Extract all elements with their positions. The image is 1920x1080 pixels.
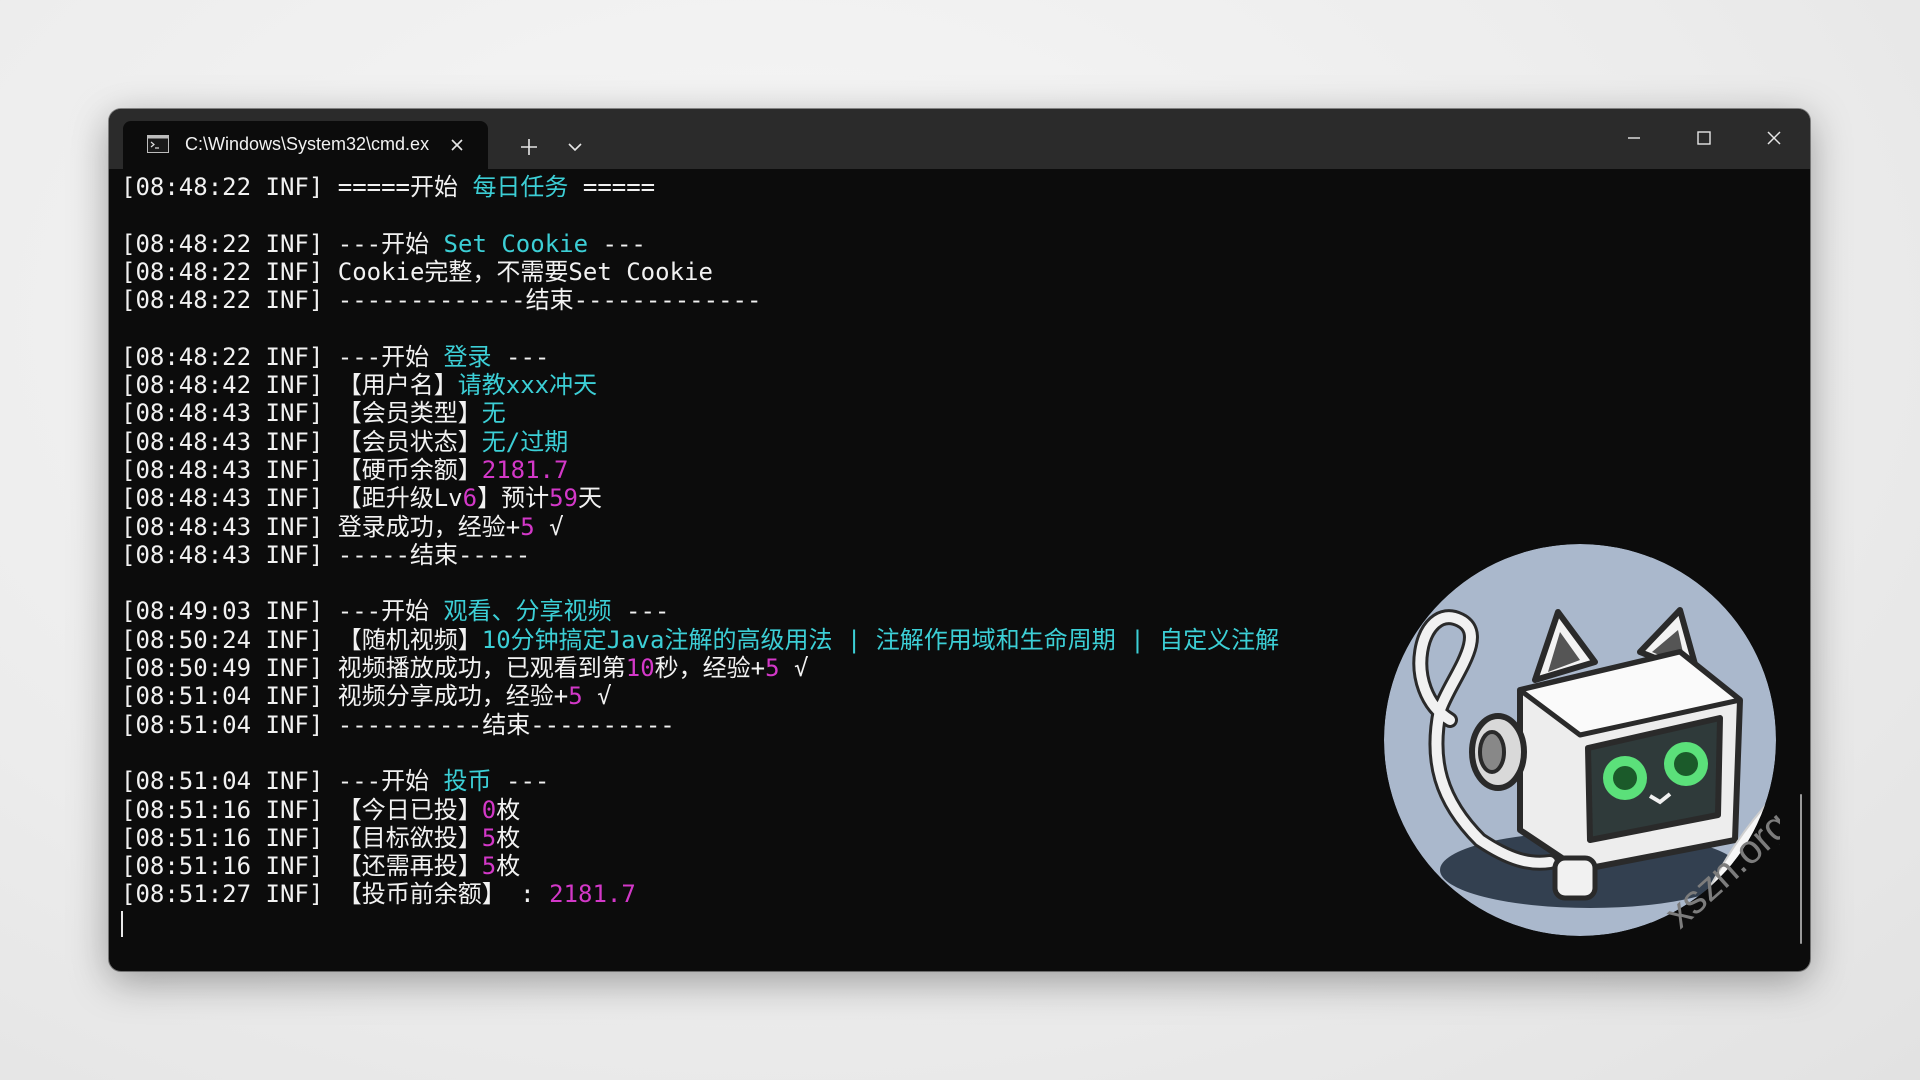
window-close-icon[interactable]	[1751, 121, 1797, 155]
console-text-segment: √	[780, 654, 809, 682]
tab-close-icon[interactable]	[445, 133, 469, 157]
console-text-segment: [08:51:16 INF] 【今日已投】	[121, 796, 482, 824]
console-line: [08:48:43 INF] 【会员状态】无/过期	[121, 428, 1790, 456]
console-text-segment: [08:51:04 INF] ----------结束----------	[121, 711, 675, 739]
console-text-segment: 】预计	[477, 484, 549, 512]
console-text-segment: [08:48:22 INF] -------------结束----------…	[121, 286, 761, 314]
console-text-segment: 5	[765, 654, 779, 682]
console-text-segment: [08:48:43 INF] 登录成功，经验+	[121, 513, 520, 541]
tab-cmd[interactable]: C:\Windows\System32\cmd.ex	[123, 121, 488, 169]
console-line: [08:48:43 INF] 【距升级Lv6】预计59天	[121, 484, 1790, 512]
title-bar: C:\Windows\System32\cmd.ex	[109, 109, 1810, 169]
console-text-segment: [08:48:43 INF] 【硬币余额】	[121, 456, 482, 484]
console-text-segment: 2181.7	[482, 456, 569, 484]
console-text-segment: 5	[482, 852, 496, 880]
console-line: [08:48:22 INF] ---开始 Set Cookie ---	[121, 230, 1790, 258]
console-text-segment: [08:51:04 INF] ---开始	[121, 767, 444, 795]
console-text-segment: [08:48:22 INF] ---开始	[121, 230, 444, 258]
console-text-segment: [08:48:43 INF] 【距升级Lv	[121, 484, 463, 512]
console-text-segment: 枚	[496, 796, 520, 824]
console-line: [08:48:22 INF] =====开始 每日任务 =====	[121, 173, 1790, 201]
console-text-segment: ---	[492, 767, 550, 795]
console-text-segment: [08:48:43 INF] 【会员状态】	[121, 428, 482, 456]
console-text-segment: [08:48:43 INF] 【会员类型】	[121, 399, 482, 427]
console-text-segment: 5	[520, 513, 534, 541]
console-text-segment: [08:51:16 INF] 【目标欲投】	[121, 824, 482, 852]
console-line: [08:48:22 INF] Cookie完整，不需要Set Cookie	[121, 258, 1790, 286]
console-line: [08:48:22 INF] -------------结束----------…	[121, 286, 1790, 314]
console-text-segment: [08:48:22 INF] =====开始	[121, 173, 472, 201]
maximize-icon[interactable]	[1681, 121, 1727, 155]
console-text-segment: [08:49:03 INF] ---开始	[121, 597, 444, 625]
minimize-icon[interactable]	[1611, 121, 1657, 155]
console-text-segment: 无	[482, 399, 506, 427]
console-text-segment: √	[535, 513, 564, 541]
console-text-segment: 59	[549, 484, 578, 512]
console-text-segment: ---	[612, 597, 670, 625]
new-tab-plus-icon[interactable]	[507, 130, 551, 164]
console-line: [08:48:22 INF] ---开始 登录 ---	[121, 343, 1790, 371]
console-text-segment: [08:48:22 INF] Cookie完整，不需要Set Cookie	[121, 258, 713, 286]
console-text-segment: [08:48:43 INF] -----结束-----	[121, 541, 530, 569]
console-text-segment: 2181.7	[549, 880, 636, 908]
console-line: [08:48:43 INF] 【会员类型】无	[121, 399, 1790, 427]
console-text-segment: 无/过期	[482, 428, 568, 456]
console-text-segment: 请教xxx冲天	[458, 371, 597, 399]
console-text-segment: 天	[578, 484, 602, 512]
cmd-icon	[147, 135, 169, 153]
console-text-segment: 枚	[496, 852, 520, 880]
console-blank-line	[121, 314, 1790, 342]
console-text-segment: 投币	[444, 767, 492, 795]
console-text-segment: [08:48:22 INF] ---开始	[121, 343, 444, 371]
console-text-segment: 6	[463, 484, 477, 512]
console-text-segment: 0	[482, 796, 496, 824]
console-text-segment: Set Cookie	[444, 230, 589, 258]
console-text-segment: =====	[568, 173, 655, 201]
console-text-segment: [08:51:16 INF] 【还需再投】	[121, 852, 482, 880]
console-text-segment: [08:50:24 INF] 【随机视频】	[121, 626, 482, 654]
console-text-segment: [08:51:04 INF] 视频分享成功，经验+	[121, 682, 568, 710]
console-text-segment: 秒，经验+	[655, 654, 765, 682]
console-text-segment: [08:48:42 INF] 【用户名】	[121, 371, 458, 399]
console-text-segment: √	[583, 682, 612, 710]
console-blank-line	[121, 201, 1790, 229]
console-text-segment: [08:50:49 INF] 视频播放成功，已观看到第	[121, 654, 626, 682]
console-text-segment: 观看、分享视频	[444, 597, 612, 625]
chevron-down-icon[interactable]	[555, 130, 595, 164]
console-text-segment: 枚	[496, 824, 520, 852]
console-text-segment: 每日任务	[472, 173, 568, 201]
console-text-segment: 登录	[444, 343, 492, 371]
console-text-segment: [08:51:27 INF] 【投币前余额】 :	[121, 880, 549, 908]
text-cursor	[121, 911, 123, 937]
console-text-segment: 5	[482, 824, 496, 852]
robot-cat-sticker: xszn.org	[1380, 540, 1780, 940]
console-text-segment: 10分钟搞定Java注解的高级用法 | 注解作用域和生命周期 | 自定义注解	[482, 626, 1279, 654]
console-text-segment: 10	[626, 654, 655, 682]
console-text-segment: 5	[568, 682, 582, 710]
scrollbar[interactable]	[1800, 794, 1802, 944]
console-text-segment: ---	[492, 343, 550, 371]
tab-title: C:\Windows\System32\cmd.ex	[185, 134, 435, 155]
console-line: [08:48:43 INF] 登录成功，经验+5 √	[121, 513, 1790, 541]
console-text-segment: ---	[588, 230, 646, 258]
console-line: [08:48:43 INF] 【硬币余额】2181.7	[121, 456, 1790, 484]
console-line: [08:48:42 INF] 【用户名】请教xxx冲天	[121, 371, 1790, 399]
